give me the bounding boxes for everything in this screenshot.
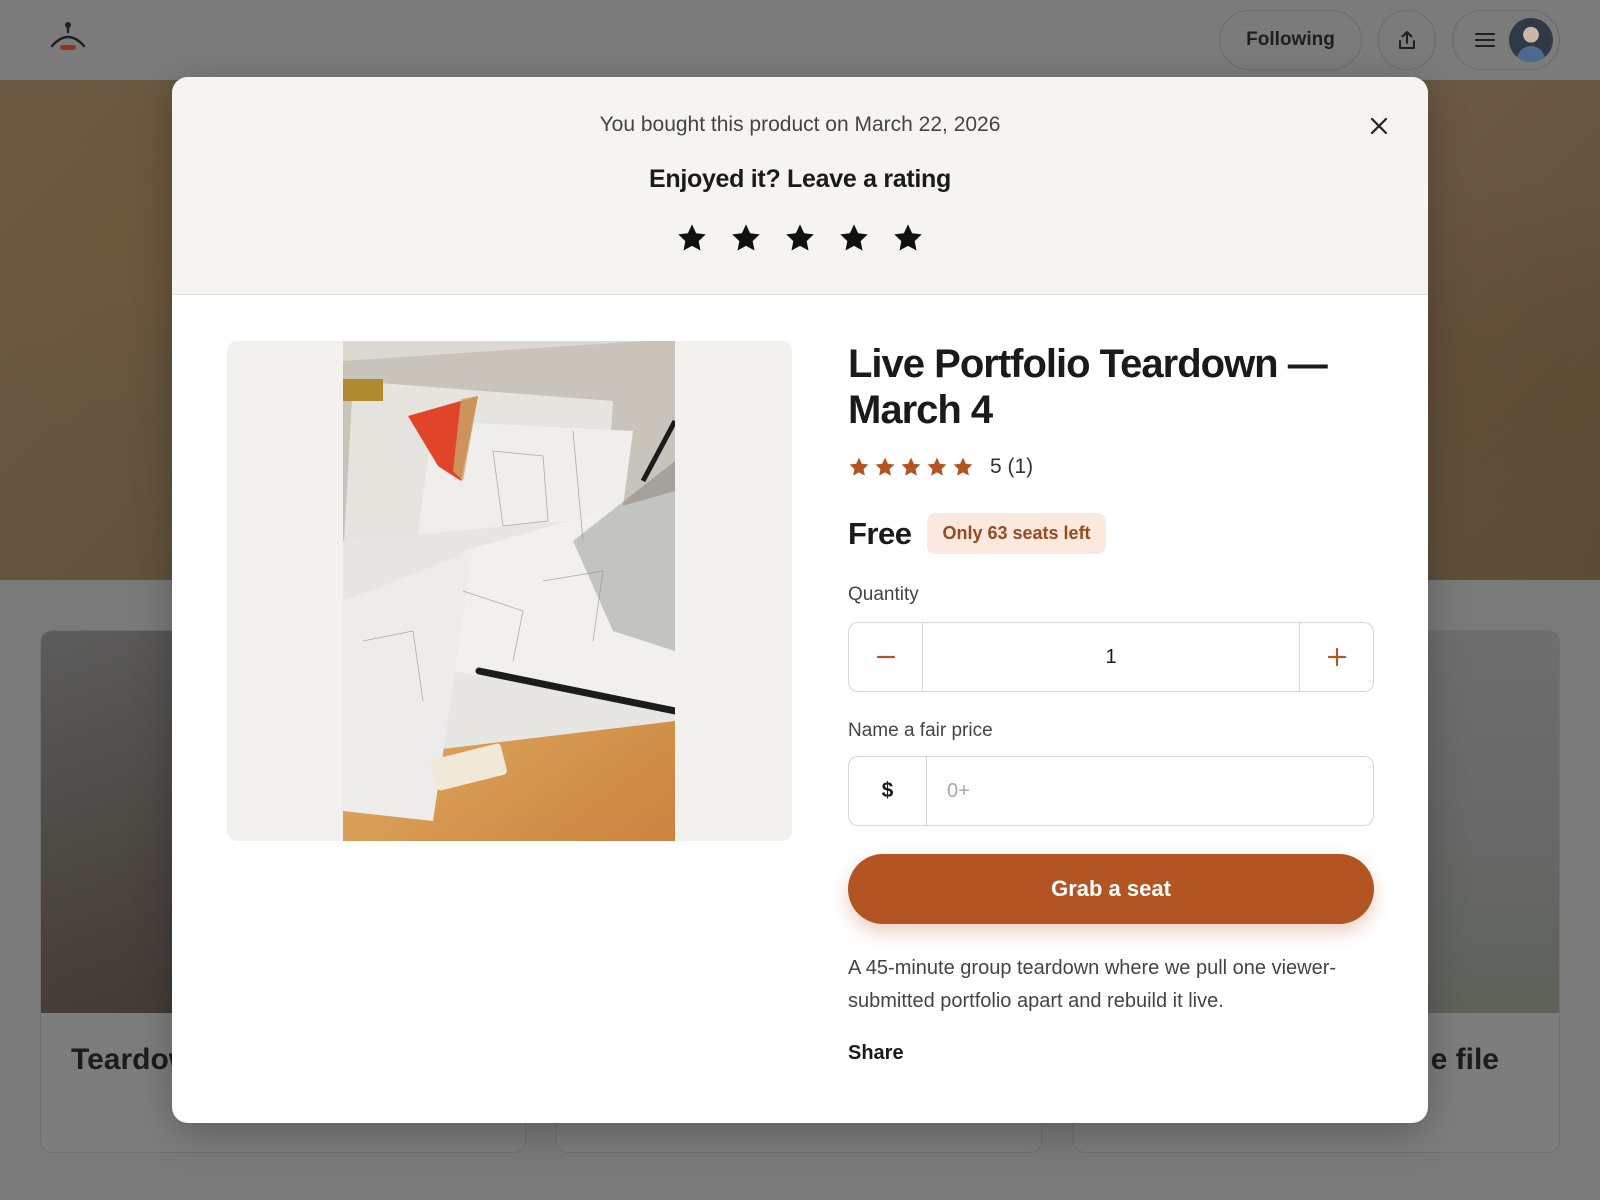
grab-seat-button[interactable]: Grab a seat	[848, 854, 1374, 924]
hanger-logo-icon[interactable]	[48, 20, 88, 52]
rating-prompt: Enjoyed it? Leave a rating	[648, 165, 951, 193]
increase-quantity-button[interactable]	[1299, 623, 1373, 691]
purchase-notice: You bought this product on March 22, 202…	[599, 113, 1001, 136]
currency-symbol: $	[849, 757, 927, 825]
quantity-stepper: 1	[848, 622, 1374, 692]
star-filled-icon	[875, 457, 895, 476]
star-icon[interactable]	[892, 222, 924, 254]
avatar	[1509, 18, 1553, 62]
share-link[interactable]: Share	[848, 1042, 904, 1065]
price-row: Free Only 63 seats left	[848, 513, 1374, 554]
close-icon[interactable]	[1364, 111, 1394, 141]
fair-price-input[interactable]	[927, 757, 1373, 825]
star-icon[interactable]	[730, 222, 762, 254]
share-button[interactable]	[1378, 10, 1436, 70]
plus-icon	[1327, 647, 1346, 667]
top-navigation-bar: Following	[0, 0, 1600, 80]
quantity-label: Quantity	[848, 584, 919, 605]
star-filled-icon	[849, 457, 869, 476]
upload-share-icon	[1399, 31, 1415, 49]
star-icon[interactable]	[676, 222, 708, 254]
product-modal: You bought this product on March 22, 202…	[172, 77, 1428, 1123]
star-icon[interactable]	[784, 222, 816, 254]
rating-star-picker	[172, 222, 1428, 254]
rating-summary: 5 (1)	[990, 455, 1034, 478]
product-card-title: e file	[1430, 1043, 1499, 1076]
rating-stars	[848, 456, 974, 478]
star-icon[interactable]	[838, 222, 870, 254]
account-menu-button[interactable]	[1452, 10, 1560, 70]
rating-banner: You bought this product on March 22, 202…	[172, 77, 1428, 295]
quantity-value[interactable]: 1	[923, 623, 1299, 691]
seats-left-badge: Only 63 seats left	[927, 513, 1106, 554]
product-title: Live Portfolio Teardown — March 4	[848, 342, 1328, 432]
following-button[interactable]: Following	[1219, 10, 1362, 70]
product-description: A 45-minute group teardown where we pull…	[848, 957, 1337, 1012]
product-photo	[343, 341, 675, 841]
star-filled-icon	[927, 457, 947, 476]
minus-icon	[876, 655, 895, 659]
product-image-frame	[227, 341, 792, 841]
hamburger-menu-icon	[1475, 33, 1495, 47]
fair-price-field: $	[848, 756, 1374, 826]
fair-price-label: Name a fair price	[848, 720, 993, 741]
star-filled-icon	[901, 457, 921, 476]
product-rating: 5 (1)	[848, 455, 1374, 479]
star-filled-icon	[953, 457, 973, 476]
decrease-quantity-button[interactable]	[849, 623, 923, 691]
price-label: Free	[848, 515, 912, 551]
product-details: Live Portfolio Teardown — March 4 5 (1) …	[848, 341, 1374, 1065]
